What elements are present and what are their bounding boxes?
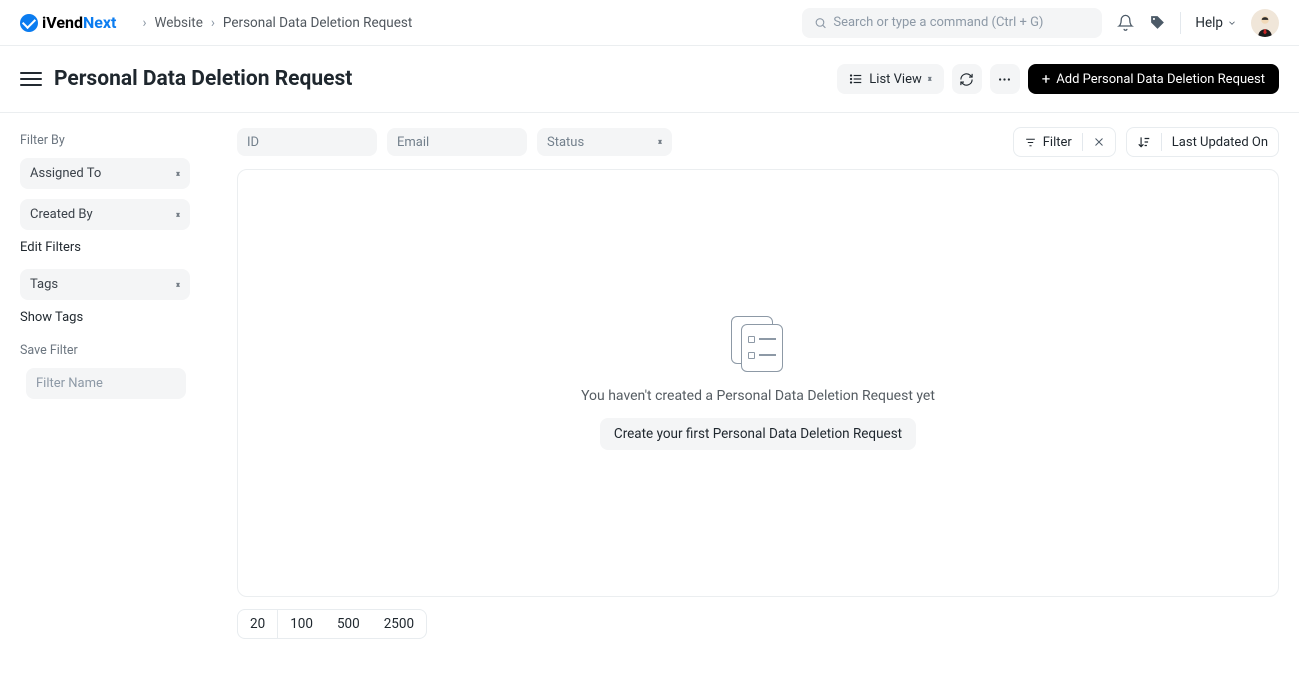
hamburger-line: [20, 78, 42, 80]
hamburger-line: [20, 72, 42, 74]
add-record-button[interactable]: + Add Personal Data Deletion Request: [1028, 64, 1279, 94]
global-search[interactable]: [802, 8, 1102, 38]
sort-field-button[interactable]: Last Updated On: [1162, 135, 1278, 150]
brand-text-1: iVend: [42, 13, 83, 32]
list-content: Status ▴▾ Filter Last U: [237, 113, 1279, 639]
sidebar-toggle[interactable]: [20, 68, 42, 90]
edit-filters-link[interactable]: Edit Filters: [20, 240, 215, 255]
search-input[interactable]: [833, 15, 1090, 30]
empty-state-icon: [731, 316, 785, 374]
avatar-icon: [1253, 13, 1277, 37]
close-icon: [1093, 136, 1105, 148]
status-filter-select[interactable]: Status ▴▾: [537, 128, 672, 156]
search-icon: [814, 16, 827, 30]
filter-sidebar: Filter By Assigned To ▴▾ Created By ▴▾ E…: [20, 113, 215, 639]
plus-icon: +: [1042, 72, 1051, 87]
tags-button[interactable]: [1148, 14, 1166, 32]
page-size-20[interactable]: 20: [238, 610, 278, 638]
create-first-button[interactable]: Create your first Personal Data Deletion…: [600, 418, 916, 450]
help-menu[interactable]: Help: [1195, 15, 1237, 31]
filter-by-label: Filter By: [20, 133, 215, 148]
price-tag-icon: [1149, 14, 1166, 31]
chevron-right-icon: ›: [211, 15, 215, 31]
menu-button[interactable]: [990, 64, 1020, 94]
page-title: Personal Data Deletion Request: [54, 67, 352, 91]
hamburger-line: [20, 84, 42, 86]
assigned-to-label: Assigned To: [30, 166, 101, 181]
help-label: Help: [1195, 15, 1223, 31]
dots-horizontal-icon: [997, 72, 1012, 87]
bell-icon: [1117, 14, 1134, 31]
page-size-100[interactable]: 100: [278, 610, 325, 638]
created-by-label: Created By: [30, 207, 93, 222]
id-filter-input[interactable]: [237, 128, 377, 156]
chevron-down-icon: [1227, 18, 1237, 28]
sort-button-group: Last Updated On: [1126, 127, 1279, 157]
view-label: List View: [869, 72, 921, 87]
user-avatar[interactable]: [1251, 9, 1279, 37]
filter-name-input[interactable]: [26, 368, 186, 399]
page-size-selector: 20 100 500 2500: [237, 609, 427, 639]
column-filters-row: Status ▴▾ Filter Last U: [237, 127, 1279, 157]
logo-mark-icon: [20, 14, 38, 32]
tags-filter[interactable]: Tags ▴▾: [20, 269, 190, 300]
chevron-right-icon: ›: [142, 15, 146, 31]
filter-button-group: Filter: [1013, 127, 1116, 157]
main-layout: Filter By Assigned To ▴▾ Created By ▴▾ E…: [0, 112, 1299, 659]
breadcrumb-item-website[interactable]: Website: [155, 15, 203, 31]
page-header: Personal Data Deletion Request List View…: [0, 46, 1299, 112]
filter-button[interactable]: Filter: [1014, 135, 1082, 150]
empty-state-message: You haven't created a Personal Data Dele…: [581, 388, 935, 404]
sort-icon: [1137, 135, 1151, 149]
refresh-icon: [959, 72, 974, 87]
add-button-label: Add Personal Data Deletion Request: [1056, 72, 1265, 87]
breadcrumb-item-current[interactable]: Personal Data Deletion Request: [223, 15, 412, 31]
notifications-button[interactable]: [1116, 14, 1134, 32]
divider: [1180, 12, 1181, 34]
status-label: Status: [547, 135, 584, 150]
page-size-500[interactable]: 500: [325, 610, 372, 638]
email-filter-input[interactable]: [387, 128, 527, 156]
page-size-2500[interactable]: 2500: [372, 610, 426, 638]
sort-direction-button[interactable]: [1127, 135, 1161, 149]
empty-state-card: You haven't created a Personal Data Dele…: [237, 169, 1279, 597]
refresh-button[interactable]: [952, 64, 982, 94]
app-logo[interactable]: iVendNext: [20, 13, 116, 32]
top-navbar: iVendNext › Website › Personal Data Dele…: [0, 0, 1299, 46]
list-icon: [849, 72, 863, 86]
show-tags-link[interactable]: Show Tags: [20, 310, 215, 325]
sort-label: Last Updated On: [1172, 135, 1268, 150]
filter-icon: [1024, 136, 1037, 149]
created-by-filter[interactable]: Created By ▴▾: [20, 199, 190, 230]
clear-filter-button[interactable]: [1083, 136, 1115, 148]
save-filter-label: Save Filter: [20, 343, 215, 358]
brand-text-2: Next: [83, 13, 116, 32]
filter-button-label: Filter: [1043, 135, 1072, 150]
view-switcher[interactable]: List View ▴▾: [837, 64, 943, 94]
breadcrumb: › Website › Personal Data Deletion Reque…: [134, 15, 412, 31]
tags-label: Tags: [30, 277, 58, 292]
assigned-to-filter[interactable]: Assigned To ▴▾: [20, 158, 190, 189]
